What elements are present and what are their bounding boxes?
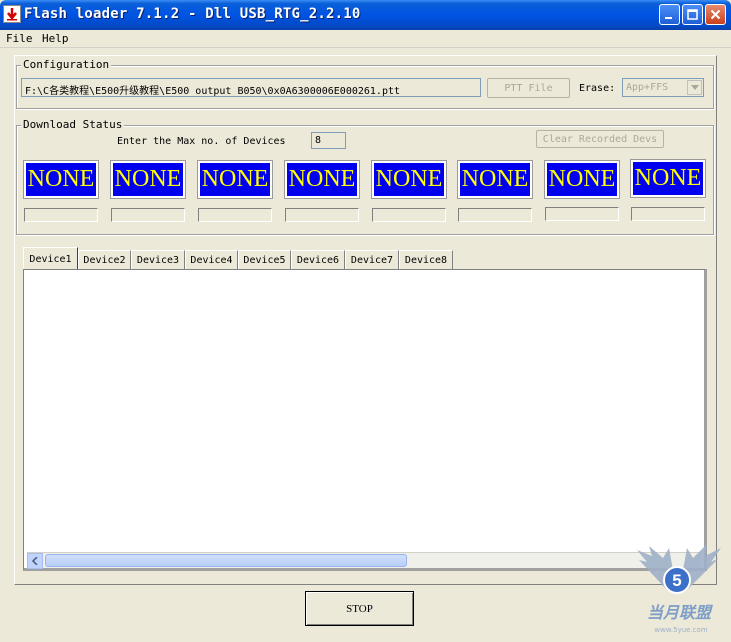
tab-device7[interactable]: Device7 <box>345 250 399 269</box>
tab-device1[interactable]: Device1 <box>23 247 78 270</box>
close-button[interactable] <box>705 4 726 25</box>
device1-status: NONE <box>23 160 99 199</box>
device-log-panel[interactable] <box>23 269 707 571</box>
svg-text:5: 5 <box>672 571 681 590</box>
device8-status: NONE <box>630 159 706 198</box>
watermark-text: 当月联盟 <box>647 603 713 622</box>
device4-status: NONE <box>284 160 360 199</box>
scroll-left-button[interactable] <box>27 553 43 569</box>
configuration-label: Configuration <box>21 58 112 71</box>
device6-status: NONE <box>457 160 533 199</box>
watermark-url: www.5yue.com <box>654 626 707 634</box>
device8-progress <box>631 207 705 221</box>
max-devices-input[interactable]: 8 <box>311 132 346 149</box>
device3-status: NONE <box>197 160 273 199</box>
scroll-thumb[interactable] <box>45 554 407 567</box>
device1-progress <box>24 208 98 222</box>
menu-file[interactable]: File <box>6 32 33 45</box>
ptt-file-button[interactable]: PTT File <box>487 78 570 98</box>
device7-progress <box>545 207 619 221</box>
device5-progress <box>372 208 446 222</box>
horizontal-scrollbar[interactable] <box>27 552 700 569</box>
device6-progress <box>458 208 532 222</box>
clear-recorded-devs-button[interactable]: Clear Recorded Devs <box>536 130 664 148</box>
erase-value: App+FFS <box>626 82 669 93</box>
chevron-down-icon[interactable] <box>687 80 702 95</box>
tab-device4[interactable]: Device4 <box>185 250 238 269</box>
tab-device6[interactable]: Device6 <box>291 250 345 269</box>
menu-bar: File Help <box>0 30 731 48</box>
minimize-button[interactable] <box>659 4 680 25</box>
config-path-field[interactable]: F:\C各类教程\E500升级教程\E500_output_B050\0x0A6… <box>21 78 481 97</box>
device5-status: NONE <box>371 160 447 199</box>
chevron-left-icon <box>32 557 38 565</box>
device4-progress <box>285 208 359 222</box>
tab-device8[interactable]: Device8 <box>399 250 453 269</box>
window-title: Flash loader 7.1.2 - Dll USB_RTG_2.2.10 <box>24 6 361 22</box>
erase-select[interactable]: App+FFS <box>622 78 704 97</box>
menu-help[interactable]: Help <box>42 32 69 45</box>
tab-device3[interactable]: Device3 <box>131 250 185 269</box>
maximize-button[interactable] <box>682 4 703 25</box>
tab-device2[interactable]: Device2 <box>78 250 131 269</box>
device2-status: NONE <box>110 160 186 199</box>
download-status-label: Download Status <box>21 118 125 131</box>
stop-button[interactable]: STOP <box>305 591 414 626</box>
flash-loader-app-icon <box>3 5 21 23</box>
watermark-logo: 5 当月联盟 www.5yue.com <box>627 540 727 640</box>
title-bar[interactable]: Flash loader 7.1.2 - Dll USB_RTG_2.2.10 <box>0 0 731 30</box>
close-icon <box>710 9 721 20</box>
device2-progress <box>111 208 185 222</box>
tab-device5[interactable]: Device5 <box>238 250 291 269</box>
device3-progress <box>198 208 272 222</box>
erase-label: Erase: <box>579 83 616 94</box>
max-devices-label: Enter the Max no. of Devices <box>117 136 286 147</box>
device7-status: NONE <box>544 160 620 199</box>
